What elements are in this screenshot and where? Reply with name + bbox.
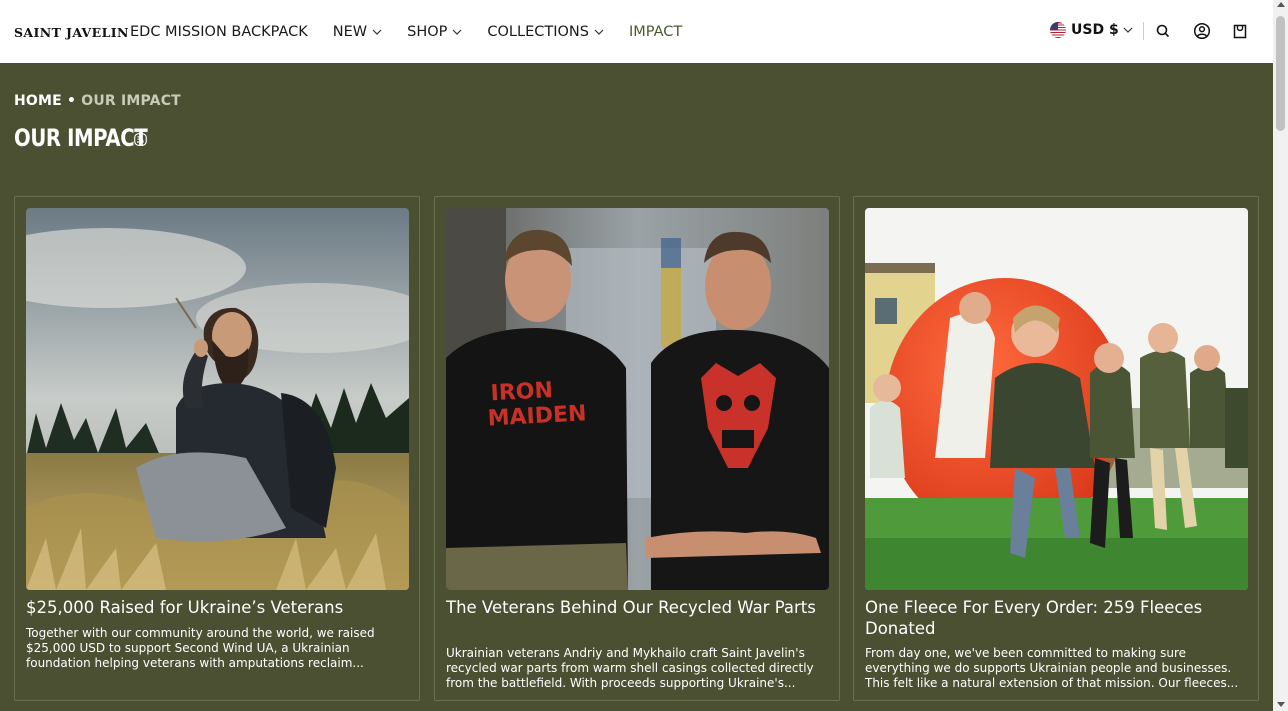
article-image-kids-in-fleeces[interactable] (865, 208, 1248, 590)
us-flag-icon (1050, 22, 1066, 38)
nav-label: NEW (332, 23, 368, 40)
nav-new[interactable]: NEW (333, 24, 382, 40)
article-excerpt: Ukrainian veterans Andriy and Mykhailo c… (446, 646, 814, 690)
article-card[interactable]: $25,000 Raised for Ukraine’s Veterans To… (14, 196, 420, 701)
chevron-down-icon (372, 29, 382, 35)
nav-shop[interactable]: SHOP (407, 24, 462, 40)
chevron-down-icon (594, 29, 604, 35)
nav-label: IMPACT (628, 23, 683, 40)
site-logo[interactable]: SAINT JAVELIN (14, 25, 129, 40)
nav-impact[interactable]: IMPACT (629, 24, 682, 40)
article-title[interactable]: $25,000 Raised for Ukraine’s Veterans (26, 597, 409, 618)
account-icon[interactable] (1193, 22, 1211, 40)
article-title[interactable]: The Veterans Behind Our Recycled War Par… (446, 597, 829, 618)
article-image-two-veterans[interactable]: IRON MAIDEN (446, 208, 829, 590)
rss-icon[interactable] (134, 133, 147, 146)
chevron-down-icon (1123, 27, 1133, 33)
header-divider (1143, 22, 1144, 40)
chevron-down-icon (452, 29, 462, 35)
breadcrumb: HOME • OUR IMPACT (14, 93, 181, 109)
breadcrumb-separator: • (61, 93, 82, 109)
article-excerpt: Together with our community around the w… (26, 626, 375, 670)
article-image-veteran-in-field[interactable] (26, 208, 409, 590)
nav-edc-mission-backpack[interactable]: EDC MISSION BACKPACK (130, 24, 308, 40)
breadcrumb-current: OUR IMPACT (81, 93, 181, 109)
cart-icon[interactable] (1231, 22, 1249, 40)
article-excerpt: From day one, we've been committed to ma… (865, 646, 1239, 690)
nav-collections[interactable]: COLLECTIONS (487, 24, 604, 40)
breadcrumb-home[interactable]: HOME (14, 93, 62, 109)
currency-label: USD $ (1071, 22, 1119, 38)
page-title: OUR IMPACT (14, 124, 148, 152)
nav-label: SHOP (407, 23, 448, 40)
search-icon[interactable] (1154, 22, 1172, 40)
scroll-up-arrow-icon[interactable] (1277, 2, 1285, 7)
article-title[interactable]: One Fleece For Every Order: 259 Fleeces … (865, 597, 1248, 639)
svg-text:MAIDEN: MAIDEN (487, 401, 587, 431)
currency-selector[interactable]: USD $ (1050, 22, 1133, 38)
scrollbar-thumb[interactable] (1276, 16, 1285, 131)
svg-text:IRON: IRON (490, 378, 553, 406)
nav-label: EDC MISSION BACKPACK (130, 23, 308, 40)
article-card[interactable]: One Fleece For Every Order: 259 Fleeces … (853, 196, 1259, 701)
site-header: SAINT JAVELIN EDC MISSION BACKPACK NEW S… (0, 0, 1273, 63)
page-scrollbar[interactable] (1273, 0, 1288, 711)
nav-label: COLLECTIONS (487, 23, 589, 40)
article-card[interactable]: IRON MAIDEN The Veterans Behind Our Recy… (434, 196, 840, 701)
scroll-down-arrow-icon[interactable] (1277, 702, 1285, 707)
main-nav: EDC MISSION BACKPACK NEW SHOP COLLECTION… (130, 0, 707, 63)
